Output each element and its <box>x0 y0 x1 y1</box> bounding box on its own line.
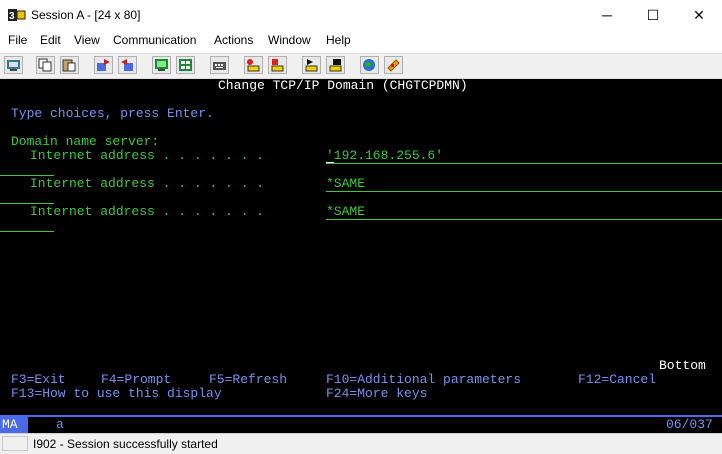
cursor-position: 06/037 <box>666 417 713 432</box>
keypad-icon[interactable] <box>176 56 195 74</box>
fkey-f3[interactable]: F3=Exit <box>11 373 66 387</box>
fkey-f13[interactable]: F13=How to use this display <box>11 387 222 401</box>
menu-communication[interactable]: Communication <box>113 33 196 47</box>
send-file-icon[interactable] <box>94 56 113 74</box>
more-indicator: Bottom <box>659 358 706 373</box>
menu-bar: File Edit View Communication Actions Win… <box>0 31 722 51</box>
menu-edit[interactable]: Edit <box>40 33 61 47</box>
record-macro-icon[interactable] <box>244 56 263 74</box>
toolbar <box>0 53 722 79</box>
field-underline <box>326 219 722 220</box>
internet-address-field-2[interactable]: *SAME <box>326 177 365 191</box>
copy-icon[interactable] <box>36 56 55 74</box>
session-app-icon: 3 <box>8 9 26 22</box>
fkey-f12[interactable]: F12=Cancel <box>578 373 656 387</box>
close-button[interactable]: ✕ <box>676 0 722 31</box>
menu-view[interactable]: View <box>74 33 100 47</box>
field-label-3: Internet address . . . . . . . <box>30 204 265 219</box>
svg-text:3: 3 <box>9 11 15 22</box>
mode-indicator: MA <box>0 417 28 433</box>
internet-address-field-1[interactable]: '192.168.255.6' <box>326 149 443 163</box>
instruction-text: Type choices, press Enter. <box>11 106 214 121</box>
oia-indicator: a <box>56 417 64 432</box>
section-label: Domain name server: <box>11 134 160 149</box>
fkey-f10[interactable]: F10=Additional parameters <box>326 373 521 387</box>
receive-file-icon[interactable] <box>118 56 137 74</box>
field-label-2: Internet address . . . . . . . <box>30 176 265 191</box>
status-message: I902 - Session successfully started <box>33 437 218 451</box>
status-indicator-box <box>2 436 28 451</box>
menu-help[interactable]: Help <box>326 33 351 47</box>
window-title: Session A - [24 x 80] <box>31 8 141 22</box>
operator-info-area: MA a 06/037 <box>0 415 722 433</box>
maximize-button[interactable]: ☐ <box>630 0 676 31</box>
macro-icon[interactable] <box>326 56 345 74</box>
title-bar: 3 Session A - [24 x 80] ─ ☐ ✕ <box>0 0 722 31</box>
field-label-1: Internet address . . . . . . . <box>30 148 265 163</box>
terminal-screen[interactable]: Change TCP/IP Domain (CHGTCPDMN) Type ch… <box>0 79 722 415</box>
paste-icon[interactable] <box>60 56 79 74</box>
globe-icon[interactable] <box>360 56 379 74</box>
play-macro-icon[interactable] <box>302 56 321 74</box>
internet-address-field-3[interactable]: *SAME <box>326 205 365 219</box>
status-bar: I902 - Session successfully started <box>0 433 722 454</box>
keyboard-icon[interactable] <box>210 56 229 74</box>
help-icon[interactable] <box>384 56 403 74</box>
stop-macro-icon[interactable] <box>268 56 287 74</box>
menu-file[interactable]: File <box>8 33 27 47</box>
minimize-button[interactable]: ─ <box>584 0 630 31</box>
screen-title: Change TCP/IP Domain (CHGTCPDMN) <box>218 78 468 93</box>
display-icon[interactable] <box>152 56 171 74</box>
fkey-f4[interactable]: F4=Prompt <box>101 373 171 387</box>
field-underline <box>0 231 54 232</box>
field-underline <box>326 163 722 164</box>
menu-actions[interactable]: Actions <box>214 33 253 47</box>
menu-window[interactable]: Window <box>268 33 311 47</box>
print-screen-icon[interactable] <box>4 56 23 74</box>
fkey-f24[interactable]: F24=More keys <box>326 387 427 401</box>
field-underline <box>326 191 722 192</box>
fkey-f5[interactable]: F5=Refresh <box>209 373 287 387</box>
